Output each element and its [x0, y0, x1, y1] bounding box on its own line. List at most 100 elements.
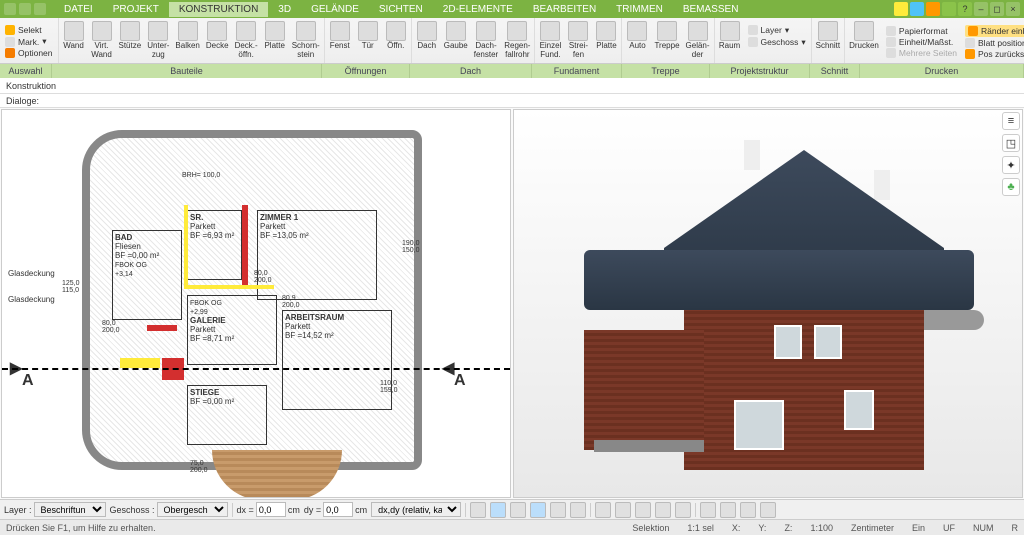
layer-button[interactable]: Layer ▾ [748, 25, 806, 36]
snap-icon-4[interactable] [530, 502, 546, 518]
platte-button[interactable]: Platte [261, 20, 289, 63]
menu-tab-gelände[interactable]: GELÄNDE [301, 2, 369, 17]
group-label-treppe: Treppe [622, 64, 710, 78]
minimize-icon[interactable]: – [974, 2, 988, 16]
tool-icon [64, 21, 84, 41]
layer-icon [748, 25, 758, 35]
tool-icon-i[interactable] [760, 502, 776, 518]
tool-icon [627, 21, 647, 41]
coord-mode-select[interactable]: dx,dy (relativ, ka [371, 502, 461, 517]
menu-tab-konstruktion[interactable]: KONSTRUKTION [169, 2, 268, 17]
close-icon[interactable]: × [1006, 2, 1020, 16]
tr-button[interactable]: Tür [354, 20, 382, 63]
geln-button[interactable]: Gelän- der [683, 20, 713, 63]
decke-button[interactable]: Decke [203, 20, 232, 63]
menu-tab-datei[interactable]: DATEI [54, 2, 103, 17]
app-icon[interactable] [4, 3, 16, 15]
group-oeffnungen: FenstTürÖffn. [325, 18, 412, 63]
unter-button[interactable]: Unter- zug [144, 20, 172, 63]
dach-button[interactable]: Dach- fenster [471, 20, 501, 63]
floorplan-pane[interactable]: Glasdeckung Glasdeckung BADFliesenBF =0,… [1, 109, 511, 498]
compass-icon[interactable]: ✦ [1002, 156, 1020, 174]
geschoss-select[interactable]: Obergesch [157, 502, 228, 517]
tool-icon-1[interactable] [894, 2, 908, 16]
layers-icon[interactable]: ≡ [1002, 112, 1020, 130]
papierformat-button[interactable]: Papierformat [886, 26, 957, 36]
drucken-button[interactable]: Drucken [846, 20, 882, 63]
snap-icon-5[interactable] [550, 502, 566, 518]
redo-icon[interactable] [34, 3, 46, 15]
balken-button[interactable]: Balken [172, 20, 202, 63]
blatt-position-button[interactable]: Blatt position. [965, 38, 1024, 48]
snap-icon-6[interactable] [570, 502, 586, 518]
ratio-label: 1:1 sel [687, 523, 714, 533]
tool-icon-h[interactable] [740, 502, 756, 518]
strei-button[interactable]: Strei- fen [564, 20, 592, 63]
snap-icon-3[interactable] [510, 502, 526, 518]
einheit-button[interactable]: Einheit/Maßst. [886, 37, 957, 47]
tool-icon-e[interactable] [675, 502, 691, 518]
dim-brh: BRH= 100,0 [182, 172, 220, 179]
sttze-button[interactable]: Stütze [116, 20, 145, 63]
layer-select[interactable]: Beschriftun [34, 502, 106, 517]
auto-button[interactable]: Auto [623, 20, 651, 63]
platte-button[interactable]: Platte [592, 20, 620, 63]
mehrere-seiten-button[interactable]: Mehrere Seiten [886, 48, 957, 58]
tool-icon-b[interactable] [615, 502, 631, 518]
menu-tab-projekt[interactable]: PROJEKT [103, 2, 169, 17]
maximize-icon[interactable]: ◻ [990, 2, 1004, 16]
wand-button[interactable]: Wand [60, 20, 88, 63]
snap-icon-1[interactable] [470, 502, 486, 518]
tool-icon-f[interactable] [700, 502, 716, 518]
geschoss-button[interactable]: Geschoss ▾ [748, 37, 806, 48]
dy-input[interactable] [323, 502, 353, 517]
tool-icon [265, 21, 285, 41]
room-arbeitsraum: ARBEITSRAUMParkettBF =14,52 m² [282, 310, 392, 410]
group-schnitt: Schnitt [812, 18, 845, 63]
tool-icon-c[interactable] [635, 502, 651, 518]
group-dach: DachGaubeDach- fensterRegen- fallrohr [412, 18, 536, 63]
group-label-öffnungen: Öffnungen [322, 64, 410, 78]
regen-button[interactable]: Regen- fallrohr [501, 20, 533, 63]
virt-button[interactable]: Virt. Wand [88, 20, 116, 63]
tool-icon-a[interactable] [595, 502, 611, 518]
undo-icon[interactable] [19, 3, 31, 15]
treppe-button[interactable]: Treppe [651, 20, 682, 63]
dx-input[interactable] [256, 502, 286, 517]
tool-icon-2[interactable] [910, 2, 924, 16]
tool-icon-d[interactable] [655, 502, 671, 518]
help-icon[interactable]: ? [958, 2, 972, 16]
pos-reset-button[interactable]: Pos zurücksetz. [965, 49, 1024, 59]
ffn-button[interactable]: Öffn. [382, 20, 410, 63]
mark-button[interactable]: Mark. ▾ [5, 36, 53, 47]
fenst-button[interactable]: Fenst [326, 20, 354, 63]
help-hint: Drücken Sie F1, um Hilfe zu erhalten. [6, 523, 156, 533]
tool-icon [92, 21, 112, 41]
render-pane[interactable]: ≡ ◳ ✦ ♣ [513, 109, 1023, 498]
schorn-button[interactable]: Schorn- stein [289, 20, 323, 63]
menu-tab-3d[interactable]: 3D [268, 2, 301, 17]
raender-button[interactable]: Ränder einblend. [965, 25, 1024, 37]
ein-label: Ein [912, 523, 925, 533]
optionen-button[interactable]: Optionen [5, 48, 53, 58]
tool-icon-3[interactable] [926, 2, 940, 16]
menu-tab-2d-elemente[interactable]: 2D-ELEMENTE [433, 2, 523, 17]
dach-button[interactable]: Dach [413, 20, 441, 63]
cube-icon[interactable]: ◳ [1002, 134, 1020, 152]
deck-button[interactable]: Deck.- öffn. [232, 20, 261, 63]
schnitt-button[interactable]: Schnitt [813, 20, 843, 63]
door-1 [734, 400, 784, 450]
menu-tab-sichten[interactable]: SICHTEN [369, 2, 433, 17]
menu-tab-bearbeiten[interactable]: BEARBEITEN [523, 2, 606, 17]
menu-tab-bemassen[interactable]: BEMASSEN [673, 2, 749, 17]
gaube-button[interactable]: Gaube [441, 20, 471, 63]
raum-button[interactable]: Raum [716, 20, 744, 63]
einzel-button[interactable]: Einzel Fund. [536, 20, 564, 63]
tree-icon[interactable]: ♣ [1002, 178, 1020, 196]
tool-icon-g[interactable] [720, 502, 736, 518]
room-galerie: FBOK OG +2,99GALERIEParkettBF =8,71 m² [187, 295, 277, 365]
snap-icon-2[interactable] [490, 502, 506, 518]
menu-tab-trimmen[interactable]: TRIMMEN [606, 2, 673, 17]
tool-icon-4[interactable] [942, 2, 956, 16]
selekt-button[interactable]: Selekt [5, 25, 53, 35]
